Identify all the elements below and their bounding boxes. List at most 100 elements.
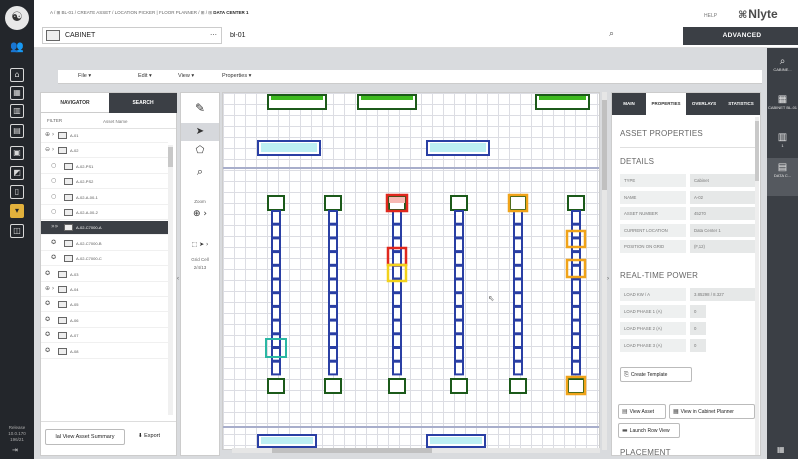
cabinet[interactable]: [513, 292, 523, 307]
cabinet[interactable]: [571, 251, 581, 266]
cabinet[interactable]: [328, 292, 338, 307]
grid-menu-icon[interactable]: ▦: [777, 445, 785, 454]
cabinet[interactable]: [454, 347, 464, 362]
tree-item[interactable]: ✪ A-02-C7000-C: [41, 252, 168, 267]
canvas-vscroll-thumb[interactable]: [602, 100, 607, 190]
cabinet[interactable]: [328, 305, 338, 321]
tree-item[interactable]: »» A-02-C7000-A: [41, 221, 168, 236]
crac-unit-fill[interactable]: [430, 143, 486, 152]
cabinet[interactable]: [513, 333, 523, 349]
cabinet[interactable]: [454, 264, 464, 280]
report-icon[interactable]: ▤: [10, 124, 24, 138]
tree-item[interactable]: ⊖ › A-02: [41, 144, 168, 159]
navigator-scroll-thumb[interactable]: [168, 147, 173, 167]
cabinet[interactable]: [454, 305, 464, 321]
logout-icon[interactable]: ⇥: [12, 446, 18, 454]
right-rail-item[interactable]: ▤ DATA C...: [767, 158, 798, 196]
rack-icon[interactable]: ▯: [10, 185, 24, 199]
cabinet[interactable]: [271, 292, 281, 307]
cabinet[interactable]: [328, 278, 338, 294]
canvas-horizontal-scrollbar[interactable]: [232, 448, 600, 453]
tab-main[interactable]: MAIN: [612, 93, 646, 115]
cabinet[interactable]: [513, 237, 523, 253]
cabinet[interactable]: [328, 264, 338, 280]
zoom-tool-icon[interactable]: ⌕: [181, 165, 219, 179]
chart-icon[interactable]: ◩: [10, 166, 24, 180]
cabinet[interactable]: [271, 333, 281, 349]
cabinet[interactable]: [271, 237, 281, 253]
cabinet-end[interactable]: [388, 378, 406, 394]
tree-item[interactable]: ⊕ › A-01: [41, 129, 168, 143]
asset-name-input[interactable]: [228, 27, 620, 44]
launch-row-view-button[interactable]: ▬ Launch Row View: [618, 423, 680, 438]
cabinet-end[interactable]: [267, 378, 285, 394]
cabinet[interactable]: [271, 360, 281, 376]
filter-input[interactable]: [103, 116, 167, 126]
cabinet[interactable]: [392, 223, 402, 239]
cabinet[interactable]: [328, 360, 338, 376]
zoom-in-icon[interactable]: ⊕ ›: [181, 209, 219, 219]
view-asset-button[interactable]: ▤ View Asset: [618, 404, 666, 419]
draw-tool-icon[interactable]: ✎: [181, 101, 219, 115]
cabinet-end[interactable]: [324, 378, 342, 394]
tree-item[interactable]: ⊕ › A-04: [41, 283, 168, 297]
cabinet[interactable]: [571, 305, 581, 321]
cabinet[interactable]: [271, 347, 281, 362]
cabinet-top-fill[interactable]: [361, 96, 413, 100]
cabinet[interactable]: [392, 292, 402, 307]
canvas-hscroll-thumb[interactable]: [272, 448, 432, 453]
cabinet[interactable]: [392, 305, 402, 321]
cabinet[interactable]: [328, 237, 338, 253]
cabinet[interactable]: [571, 292, 581, 307]
tree-expander-icon[interactable]: ✪: [45, 270, 50, 277]
tree-expander-icon[interactable]: ⊕ ›: [45, 131, 54, 138]
canvas-vertical-scrollbar[interactable]: [602, 92, 607, 450]
tree-expander-icon[interactable]: ✪: [45, 316, 50, 323]
favorite-icon[interactable]: ▾: [10, 204, 24, 218]
cabinet[interactable]: [392, 210, 402, 225]
cabinet-top-fill[interactable]: [271, 96, 323, 100]
cabinet-icon[interactable]: ▣: [10, 146, 24, 160]
tree-item[interactable]: ○ A-02-A-00-2: [41, 206, 168, 220]
cabinet[interactable]: [454, 223, 464, 239]
tree-item[interactable]: ○ A-02-A-00-1: [41, 191, 168, 205]
menu-edit[interactable]: Edit ▾: [138, 73, 152, 79]
tree-expander-icon[interactable]: ✪: [45, 347, 50, 354]
view-asset-summary-button[interactable]: lal View Asset Summary: [45, 429, 125, 445]
help-link[interactable]: HELP: [704, 13, 717, 19]
tree-item[interactable]: ✪ A-05: [41, 298, 168, 313]
cabinet[interactable]: [328, 347, 338, 362]
cabinet[interactable]: [454, 237, 464, 253]
cabinet[interactable]: [328, 210, 338, 225]
cabinet-end[interactable]: [509, 195, 527, 211]
asset-type-select[interactable]: CABINET ⋯: [42, 27, 222, 44]
cabinet[interactable]: [392, 264, 402, 280]
tree-expander-icon[interactable]: ✪: [51, 254, 56, 261]
home-icon[interactable]: ⌂: [10, 68, 24, 82]
cabinet[interactable]: [513, 223, 523, 239]
cabinet[interactable]: [271, 210, 281, 225]
cabinet-end[interactable]: [567, 378, 585, 394]
select-mode-icon[interactable]: ⬚ ➤ ›: [181, 241, 219, 248]
tree-expander-icon[interactable]: ✪: [45, 331, 50, 338]
cabinet[interactable]: [513, 264, 523, 280]
tree-expander-icon[interactable]: ✪: [51, 239, 56, 246]
cabinet[interactable]: [392, 333, 402, 349]
tab-navigator[interactable]: NAVIGATOR: [41, 93, 109, 113]
cabinet[interactable]: [271, 278, 281, 294]
cabinet[interactable]: [392, 251, 402, 266]
select-tool-icon[interactable]: ➤: [181, 123, 219, 141]
tree-item[interactable]: ✪ A-06: [41, 314, 168, 328]
menu-file[interactable]: File ▾: [78, 73, 91, 79]
cabinet[interactable]: [454, 278, 464, 294]
app-logo-icon[interactable]: ☯: [5, 6, 29, 30]
cabinet[interactable]: [271, 223, 281, 239]
cabinet[interactable]: [513, 347, 523, 362]
tab-overlays[interactable]: OVERLAYS: [686, 93, 722, 115]
tree-expander-icon[interactable]: ○: [51, 177, 56, 184]
cabinet[interactable]: [271, 319, 281, 335]
cabinet[interactable]: [392, 319, 402, 335]
cabinet[interactable]: [454, 210, 464, 225]
users-icon[interactable]: 👥: [9, 40, 25, 54]
cabinet[interactable]: [571, 360, 581, 376]
